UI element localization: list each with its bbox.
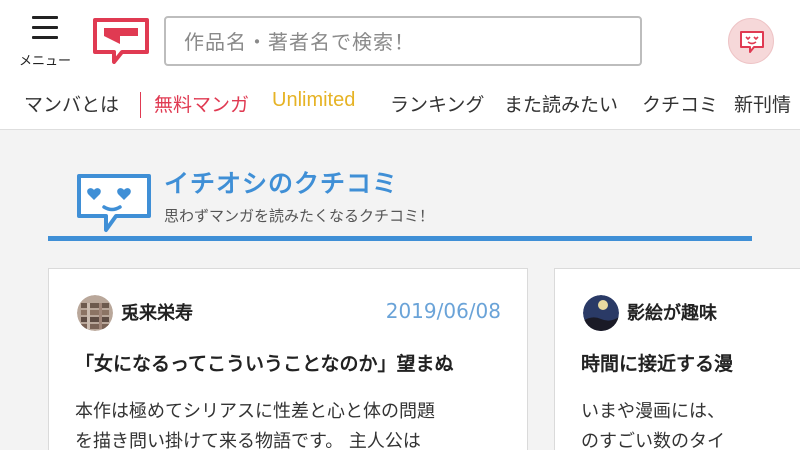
review-title[interactable]: 「女になるってこういうことなのか」望まぬ: [75, 349, 453, 376]
review-body: 本作は極めてシリアスに性差と心と体の問題 を描き問い掛けて来る物語です。 主人公…: [75, 397, 435, 450]
user-avatar[interactable]: [583, 295, 619, 331]
review-body: いまや漫画には、 のすごい数のタイ: [581, 397, 725, 450]
nav-item-unlimited[interactable]: Unlimited: [272, 89, 355, 112]
search-box[interactable]: [164, 16, 642, 66]
review-body-line: のすごい数のタイ: [581, 431, 725, 450]
review-title[interactable]: 時間に接近する漫: [581, 349, 733, 376]
main-content: イチオシのクチコミ 思わずマンガを読みたくなるクチコミ！ 兎来栄寿 2019/0…: [0, 130, 800, 450]
mypage-face-icon: [740, 31, 764, 53]
section-subtitle: 思わずマンガを読みたくなるクチコミ！: [164, 207, 435, 225]
review-date: 2019/06/08: [385, 299, 501, 323]
menu-label: メニュー: [18, 54, 71, 69]
search-input[interactable]: [182, 18, 626, 66]
hamburger-menu-icon: [32, 16, 58, 40]
review-user-name[interactable]: 影絵が趣味: [627, 299, 717, 325]
review-card[interactable]: 兎来栄寿 2019/06/08 「女になるってこういうことなのか」望まぬ 本作は…: [48, 268, 528, 450]
nav-divider: [140, 92, 141, 118]
manba-logo[interactable]: [92, 14, 150, 64]
nav-item-read-again[interactable]: また読みたい: [504, 90, 618, 117]
review-body-line: 本作は極めてシリアスに性差と心と体の問題: [75, 401, 435, 422]
nav-item-about[interactable]: マンバとは: [24, 90, 119, 117]
speech-bubble-heart-eyes-icon: [77, 174, 151, 232]
category-nav: マンバとは 無料マンガ Unlimited ランキング また読みたい クチコミ …: [0, 80, 800, 130]
section-divider: [48, 236, 752, 241]
mypage-button[interactable]: [728, 18, 774, 64]
review-body-line: を描き問い掛けて来る物語です。 主人公は: [75, 431, 421, 450]
review-user-name[interactable]: 兎来栄寿: [121, 299, 193, 325]
menu-button[interactable]: メニュー: [14, 14, 76, 70]
nav-item-new-releases[interactable]: 新刊情: [734, 90, 791, 117]
review-body-line: いまや漫画には、: [581, 401, 725, 422]
nav-item-reviews[interactable]: クチコミ: [642, 90, 718, 117]
user-avatar[interactable]: [77, 295, 113, 331]
nav-item-ranking[interactable]: ランキング: [390, 90, 484, 117]
nav-item-free-manga[interactable]: 無料マンガ: [154, 90, 249, 117]
review-card[interactable]: 影絵が趣味 時間に接近する漫 いまや漫画には、 のすごい数のタイ: [554, 268, 800, 450]
section-title: イチオシのクチコミ: [164, 169, 399, 198]
app-header: メニュー: [0, 0, 800, 80]
